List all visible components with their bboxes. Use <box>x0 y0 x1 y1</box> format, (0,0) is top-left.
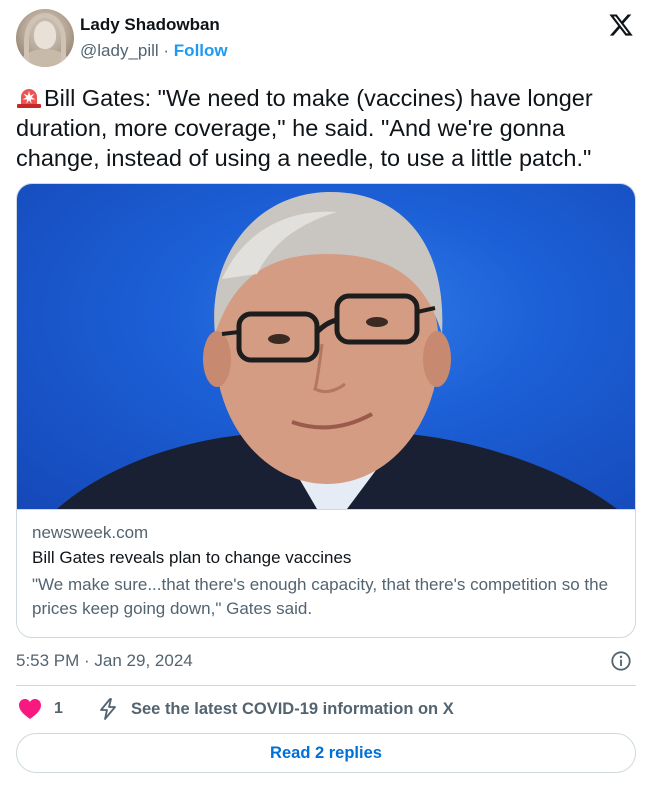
divider <box>16 685 636 686</box>
card-title[interactable]: Bill Gates reveals plan to change vaccin… <box>32 548 351 568</box>
lightning-icon[interactable] <box>96 697 120 721</box>
bill-gates-photo <box>17 184 635 509</box>
heart-icon[interactable] <box>18 698 42 720</box>
like-count: 1 <box>54 700 63 717</box>
card-description: "We make sure...that there's enough capa… <box>32 575 609 618</box>
read-replies-button[interactable]: Read 2 replies <box>16 733 636 773</box>
x-logo-icon[interactable] <box>608 12 634 38</box>
tweet-timestamp[interactable]: 5:53 PM · Jan 29, 2024 <box>16 651 193 671</box>
author-name[interactable]: Lady Shadowban <box>80 15 220 35</box>
card-domain: newsweek.com <box>32 523 149 542</box>
separator: · <box>158 41 174 60</box>
covid-info-link[interactable]: See the latest COVID-19 information on X <box>131 700 454 719</box>
tweet-body: Bill Gates: "We need to make (vaccines) … <box>16 85 593 171</box>
author-handle-row: @lady_pill · Follow <box>80 41 228 61</box>
tweet-text: Bill Gates: "We need to make (vaccines) … <box>16 83 636 173</box>
link-card[interactable]: newsweek.com Bill Gates reveals plan to … <box>16 183 636 638</box>
info-icon[interactable] <box>610 650 632 672</box>
rotating-light-icon <box>17 89 41 108</box>
avatar[interactable] <box>16 9 74 67</box>
action-bar: 1 See the latest COVID-19 information on… <box>16 697 636 723</box>
author-handle[interactable]: @lady_pill <box>80 41 159 60</box>
follow-button[interactable]: Follow <box>174 41 228 60</box>
link-card-body[interactable]: newsweek.com Bill Gates reveals plan to … <box>17 509 635 637</box>
